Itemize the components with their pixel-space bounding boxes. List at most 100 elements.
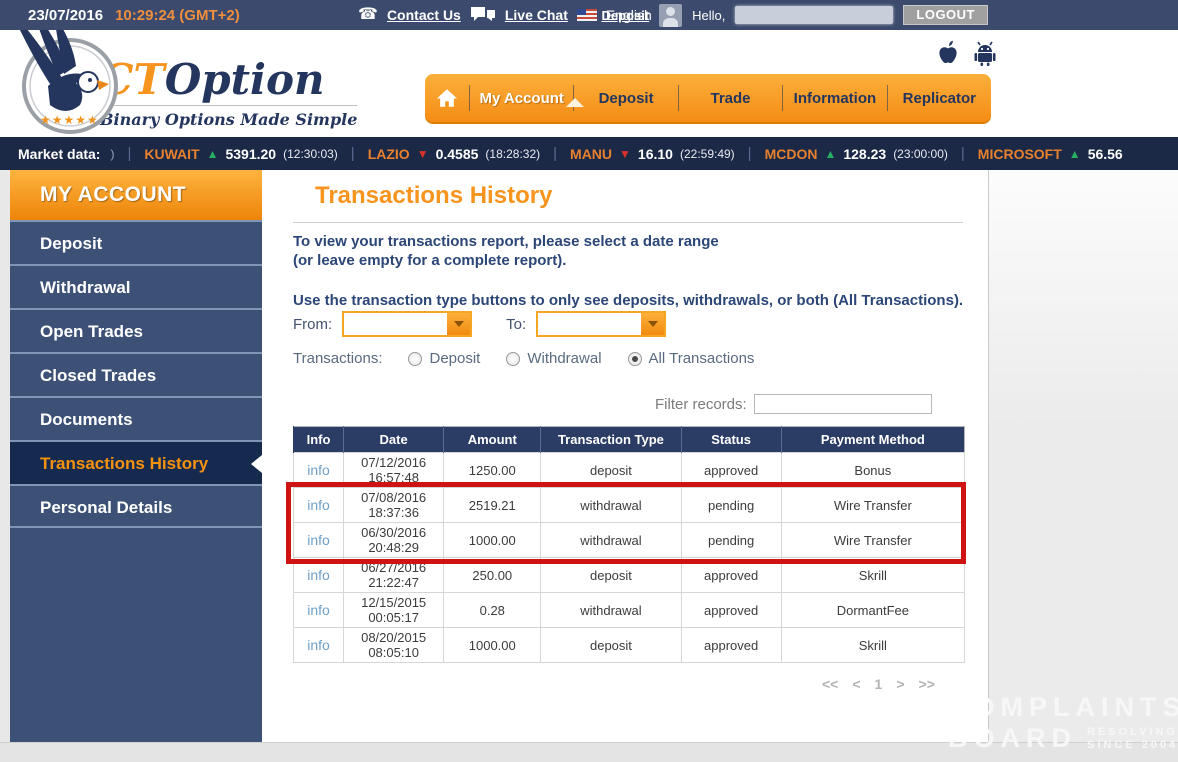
sidebar-item-label: Withdrawal — [40, 278, 131, 297]
to-date-dropdown[interactable] — [536, 311, 666, 337]
logout-button[interactable]: LOGOUT — [903, 5, 988, 25]
cell-amount: 2519.21 — [444, 488, 541, 523]
intro-text-2: Use the transaction type buttons to only… — [293, 292, 963, 309]
pagination-first[interactable]: << — [822, 676, 838, 692]
pagination-prev[interactable]: < — [852, 676, 860, 692]
pagination-next[interactable]: > — [896, 676, 904, 692]
apple-icon[interactable] — [936, 40, 960, 66]
radio-option-deposit[interactable]: Deposit — [408, 350, 480, 367]
table-header-row: Info Date Amount Transaction Type Status… — [294, 427, 965, 453]
table-row: info 06/27/201621:22:47 250.00 deposit a… — [294, 558, 965, 593]
info-link[interactable]: info — [307, 497, 330, 513]
to-label: To: — [506, 316, 526, 333]
trend-arrow-icon: ▲ — [824, 147, 836, 161]
date-text: 23/07/2016 — [28, 7, 103, 24]
pagination-last[interactable]: >> — [919, 676, 935, 692]
page: 23/07/2016 10:29:24 (GMT+2) ☎ Contact Us… — [0, 0, 1178, 762]
market-data-label: Market data: — [18, 146, 100, 162]
logo-tagline: Binary Options Made Simple — [100, 105, 357, 129]
cell-method: Skrill — [781, 628, 964, 663]
nav-item-my-account[interactable]: My Account — [470, 90, 573, 107]
top-bar: 23/07/2016 10:29:24 (GMT+2) ☎ Contact Us… — [0, 0, 1178, 30]
datetime: 23/07/2016 10:29:24 (GMT+2) — [28, 0, 240, 30]
dropdown-arrow-icon[interactable] — [447, 313, 470, 335]
logo-option: Option — [165, 55, 325, 104]
sidebar-item-personal-details[interactable]: Personal Details — [10, 484, 262, 528]
cell-time: 18:37:36 — [344, 505, 443, 520]
android-icon[interactable] — [972, 40, 998, 66]
cell-method: Wire Transfer — [781, 488, 964, 523]
sidebar-item-deposit[interactable]: Deposit — [10, 220, 262, 264]
deposit-link[interactable]: Deposit — [601, 8, 649, 23]
filter-row: Filter records: — [655, 394, 932, 414]
cell-time: 21:22:47 — [344, 575, 443, 590]
ticker-value: 5391.20 — [225, 146, 276, 162]
trend-arrow-icon: ▼ — [417, 147, 429, 161]
contact-us-link[interactable]: Contact Us — [387, 7, 461, 23]
radio-option-all-transactions[interactable]: All Transactions — [628, 350, 755, 367]
dropdown-arrow-icon[interactable] — [641, 313, 664, 335]
from-date-dropdown[interactable] — [342, 311, 472, 337]
ticker-value: 0.4585 — [436, 146, 479, 162]
ticker-value: 56.56 — [1088, 146, 1123, 162]
live-chat-link[interactable]: Live Chat — [505, 7, 568, 23]
ticker-kuwait: KUWAIT ▲ 5391.20 (12:30:03) — [144, 146, 337, 162]
cell-type: deposit — [541, 453, 681, 488]
cell-time: 00:05:17 — [344, 610, 443, 625]
main-panel: Transactions History To view your transa… — [262, 170, 988, 742]
sidebar-item-documents[interactable]: Documents — [10, 396, 262, 440]
date-range-row: From: To: — [293, 311, 666, 337]
sidebar-item-withdrawal[interactable]: Withdrawal — [10, 264, 262, 308]
cell-method: Wire Transfer — [781, 523, 964, 558]
nav-item-deposit[interactable]: Deposit — [574, 90, 677, 107]
ticker-name: LAZIO — [368, 146, 410, 162]
nav-item-label: Trade — [711, 90, 751, 107]
filter-label: Filter records: — [655, 396, 747, 413]
transactions-table: Info Date Amount Transaction Type Status… — [293, 426, 965, 663]
ticker-name: KUWAIT — [144, 146, 199, 162]
sidebar: MY ACCOUNT Deposit Withdrawal Open Trade… — [10, 170, 262, 742]
cell-type: withdrawal — [541, 593, 681, 628]
cell-type: withdrawal — [541, 523, 681, 558]
nav-item-label: Replicator — [903, 90, 976, 107]
info-link[interactable]: info — [307, 637, 330, 653]
radio-option-withdrawal[interactable]: Withdrawal — [506, 350, 601, 367]
home-nav-button[interactable] — [425, 88, 469, 108]
radio-button[interactable] — [408, 352, 422, 366]
ticker-divider: | — [745, 145, 755, 162]
sidebar-item-transactions-history[interactable]: Transactions History — [10, 440, 262, 484]
cell-time: 16:57:48 — [344, 470, 443, 485]
radio-button[interactable] — [628, 352, 642, 366]
cell-status: pending — [681, 488, 781, 523]
ticker-divider: | — [958, 145, 968, 162]
page-title: Transactions History — [315, 182, 552, 210]
trend-arrow-icon: ▲ — [207, 147, 219, 161]
info-link[interactable]: info — [307, 532, 330, 548]
svg-text:★★★★★: ★★★★★ — [40, 113, 99, 127]
sidebar-item-closed-trades[interactable]: Closed Trades — [10, 352, 262, 396]
logo[interactable]: CTOption Binary Options Made Simple — [100, 58, 357, 129]
col-header-date: Date — [344, 427, 444, 453]
watermark-text: RESOLVING — [1087, 726, 1178, 739]
market-data-bar: Market data: ) | KUWAIT ▲ 5391.20 (12:30… — [0, 137, 1178, 170]
filter-input[interactable] — [754, 394, 932, 414]
avatar — [659, 4, 682, 27]
nav-item-trade[interactable]: Trade — [679, 90, 782, 107]
title-divider — [293, 222, 963, 223]
nav-item-information[interactable]: Information — [783, 90, 886, 107]
info-link[interactable]: info — [307, 462, 330, 478]
cell-date: 08/20/2015 — [344, 630, 443, 645]
info-link[interactable]: info — [307, 602, 330, 618]
info-link[interactable]: info — [307, 567, 330, 583]
radio-label: All Transactions — [649, 350, 755, 367]
chat-bubbles-icon — [470, 6, 496, 24]
ticker-name: MICROSOFT — [978, 146, 1062, 162]
watermark-text: SINCE 2004 — [1087, 739, 1178, 752]
sidebar-item-label: Deposit — [40, 234, 102, 253]
radio-button[interactable] — [506, 352, 520, 366]
sidebar-item-open-trades[interactable]: Open Trades — [10, 308, 262, 352]
nav-item-replicator[interactable]: Replicator — [888, 90, 991, 107]
pagination-page-1[interactable]: 1 — [875, 676, 883, 692]
intro-line: To view your transactions report, please… — [293, 232, 719, 251]
cell-status: approved — [681, 453, 781, 488]
